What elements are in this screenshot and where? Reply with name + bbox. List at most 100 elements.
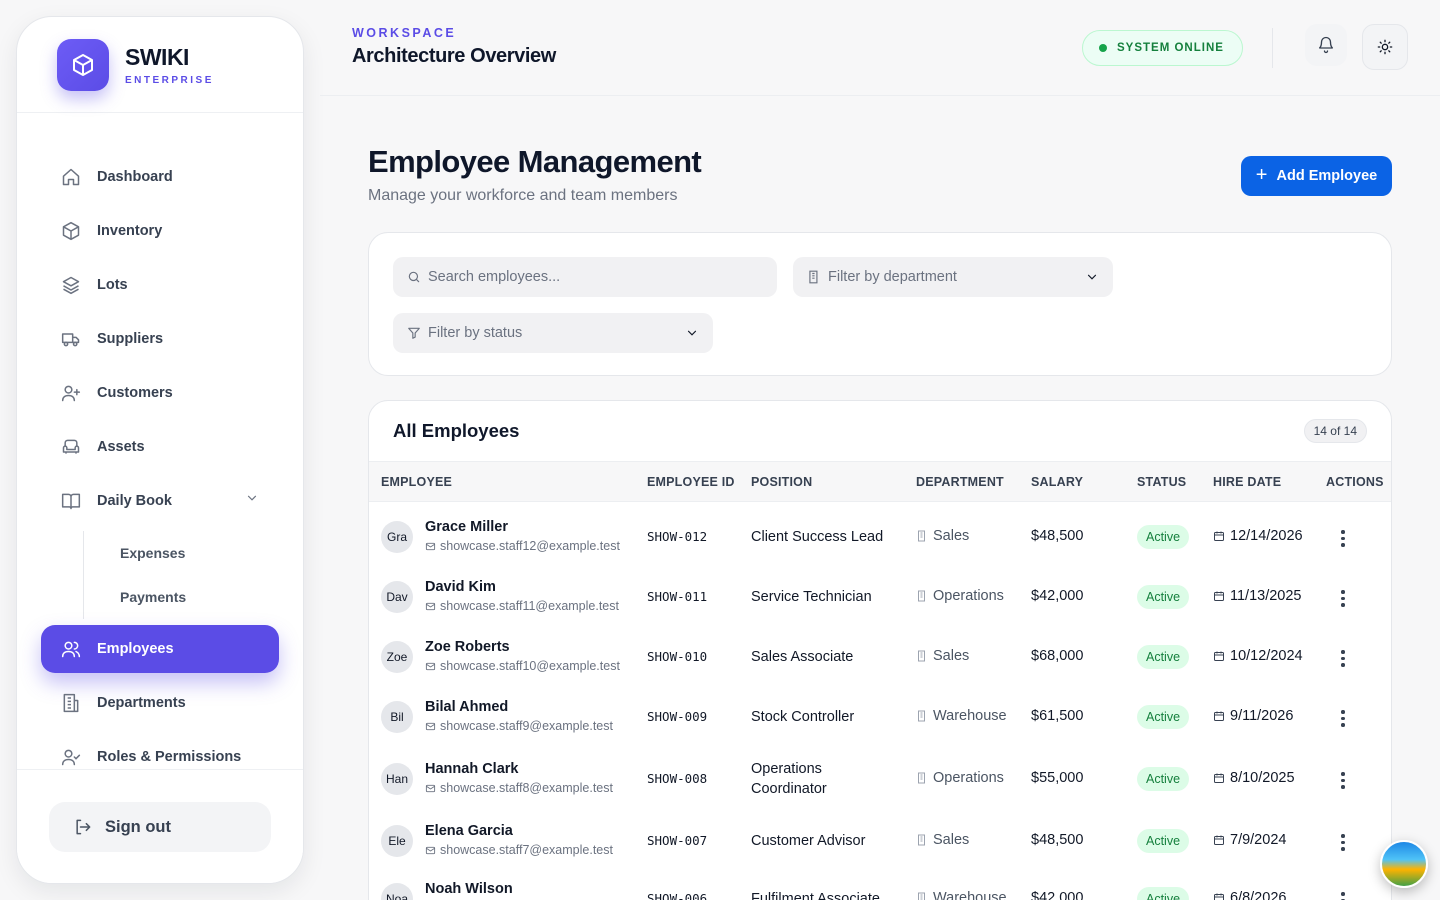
daily-book-subnav: Expenses Payments bbox=[83, 531, 303, 619]
employee-salary: $68,000 bbox=[1031, 648, 1084, 664]
employee-salary: $61,500 bbox=[1031, 708, 1084, 724]
status-dot-icon bbox=[1099, 44, 1107, 52]
employee-position: Service Technician bbox=[751, 589, 872, 605]
avatar: Dav bbox=[381, 581, 413, 613]
employee-salary: $55,000 bbox=[1031, 770, 1084, 786]
employee-hire-date: 12/14/2026 bbox=[1213, 528, 1303, 544]
armchair-icon bbox=[61, 437, 81, 457]
more-vertical-icon[interactable] bbox=[1341, 834, 1345, 851]
employee-name[interactable]: David Kim bbox=[425, 579, 496, 595]
sidebar-item-label: Roles & Permissions bbox=[97, 749, 242, 765]
more-vertical-icon[interactable] bbox=[1341, 892, 1345, 900]
department-text: Operations bbox=[933, 588, 1004, 604]
calendar-icon bbox=[1213, 834, 1225, 846]
department-filter-select[interactable]: Filter by department bbox=[793, 257, 1113, 297]
avatar: Ele bbox=[381, 825, 413, 857]
sidebar-item-label: Departments bbox=[97, 695, 186, 711]
home-icon bbox=[61, 167, 81, 187]
employee-name[interactable]: Elena Garcia bbox=[425, 823, 513, 839]
log-out-icon bbox=[73, 817, 93, 837]
more-vertical-icon[interactable] bbox=[1341, 772, 1345, 789]
building-icon bbox=[807, 270, 821, 284]
sidebar-item-departments[interactable]: Departments bbox=[41, 679, 279, 727]
mail-icon bbox=[425, 721, 436, 732]
search-input[interactable]: Search employees... bbox=[393, 257, 777, 297]
user-plus-icon bbox=[61, 383, 81, 403]
calendar-icon bbox=[1213, 772, 1225, 784]
employee-salary: $42,000 bbox=[1031, 588, 1084, 604]
brand[interactable]: SWIKI ENTERPRISE bbox=[17, 17, 303, 113]
hire-date-text: 10/12/2024 bbox=[1230, 648, 1303, 664]
column-header[interactable]: DEPARTMENT bbox=[916, 475, 1004, 489]
mail-icon bbox=[425, 783, 436, 794]
theme-toggle-button[interactable] bbox=[1362, 24, 1408, 70]
sign-out-button[interactable]: Sign out bbox=[49, 802, 271, 852]
employee-name[interactable]: Grace Miller bbox=[425, 519, 508, 535]
status-badge: Active bbox=[1137, 585, 1190, 609]
column-header[interactable]: STATUS bbox=[1137, 475, 1186, 489]
employee-email-text: showcase.staff11@example.test bbox=[440, 599, 619, 613]
add-employee-label: Add Employee bbox=[1276, 168, 1378, 184]
employee-email-text: showcase.staff8@example.test bbox=[440, 781, 613, 795]
employee-name[interactable]: Noah Wilson bbox=[425, 881, 513, 897]
status-badge: Active bbox=[1137, 705, 1190, 729]
employee-email: showcase.staff9@example.test bbox=[425, 719, 613, 733]
employee-position: Sales Associate bbox=[751, 649, 854, 665]
floating-avatar-button[interactable] bbox=[1380, 840, 1428, 888]
sidebar-item-employees[interactable]: Employees bbox=[41, 625, 279, 673]
sidebar-item-assets[interactable]: Assets bbox=[41, 423, 279, 471]
employee-name[interactable]: Hannah Clark bbox=[425, 761, 518, 777]
avatar: Zoe bbox=[381, 641, 413, 673]
mail-icon bbox=[425, 661, 436, 672]
sidebar-subitem-expenses[interactable]: Expenses bbox=[120, 531, 303, 575]
sidebar-item-dashboard[interactable]: Dashboard bbox=[41, 153, 279, 201]
building-icon bbox=[916, 710, 928, 722]
page-title: Employee Management bbox=[368, 144, 702, 179]
sidebar-item-suppliers[interactable]: Suppliers bbox=[41, 315, 279, 363]
column-header[interactable]: ACTIONS bbox=[1326, 475, 1384, 489]
employee-email: showcase.staff7@example.test bbox=[425, 843, 613, 857]
employee-email: showcase.staff12@example.test bbox=[425, 539, 620, 553]
employee-department: Warehouse bbox=[916, 708, 1007, 724]
column-header[interactable]: POSITION bbox=[751, 475, 812, 489]
more-vertical-icon[interactable] bbox=[1341, 650, 1345, 667]
sidebar-item-label: Assets bbox=[97, 439, 145, 455]
column-header[interactable]: SALARY bbox=[1031, 475, 1083, 489]
filters-card: Search employees... Filter by department… bbox=[368, 232, 1392, 376]
hire-date-text: 12/14/2026 bbox=[1230, 528, 1303, 544]
employee-id: SHOW-009 bbox=[647, 709, 708, 724]
building-icon bbox=[916, 834, 928, 846]
add-employee-button[interactable]: + Add Employee bbox=[1241, 156, 1392, 196]
truck-icon bbox=[61, 329, 81, 349]
employee-id: SHOW-012 bbox=[647, 529, 708, 544]
header-divider bbox=[1272, 28, 1273, 68]
layers-icon bbox=[61, 275, 81, 295]
column-header[interactable]: EMPLOYEE ID bbox=[647, 475, 735, 489]
more-vertical-icon[interactable] bbox=[1341, 710, 1345, 727]
status-filter-select[interactable]: Filter by status bbox=[393, 313, 713, 353]
employee-hire-date: 8/10/2025 bbox=[1213, 770, 1295, 786]
search-icon bbox=[407, 270, 421, 284]
column-header[interactable]: HIRE DATE bbox=[1213, 475, 1281, 489]
sidebar-item-label: Daily Book bbox=[97, 493, 172, 509]
notifications-button[interactable] bbox=[1305, 24, 1347, 66]
sidebar-item-inventory[interactable]: Inventory bbox=[41, 207, 279, 255]
sidebar-item-lots[interactable]: Lots bbox=[41, 261, 279, 309]
avatar: Gra bbox=[381, 521, 413, 553]
status-filter-value: Filter by status bbox=[428, 325, 523, 341]
sidebar-item-daily-book[interactable]: Daily Book bbox=[41, 477, 279, 525]
employee-id: SHOW-008 bbox=[647, 771, 708, 786]
sidebar-subitem-payments[interactable]: Payments bbox=[120, 575, 303, 619]
hire-date-text: 9/11/2026 bbox=[1230, 708, 1294, 724]
chevron-down-icon[interactable] bbox=[245, 491, 259, 509]
sidebar-item-customers[interactable]: Customers bbox=[41, 369, 279, 417]
user-check-icon bbox=[61, 747, 81, 767]
column-header[interactable]: EMPLOYEE bbox=[381, 475, 452, 489]
more-vertical-icon[interactable] bbox=[1341, 590, 1345, 607]
users-icon bbox=[61, 639, 81, 659]
calendar-icon bbox=[1213, 530, 1225, 542]
employee-name[interactable]: Zoe Roberts bbox=[425, 639, 510, 655]
employee-name[interactable]: Bilal Ahmed bbox=[425, 699, 508, 715]
sidebar-item-label: Lots bbox=[97, 277, 128, 293]
more-vertical-icon[interactable] bbox=[1341, 530, 1345, 547]
